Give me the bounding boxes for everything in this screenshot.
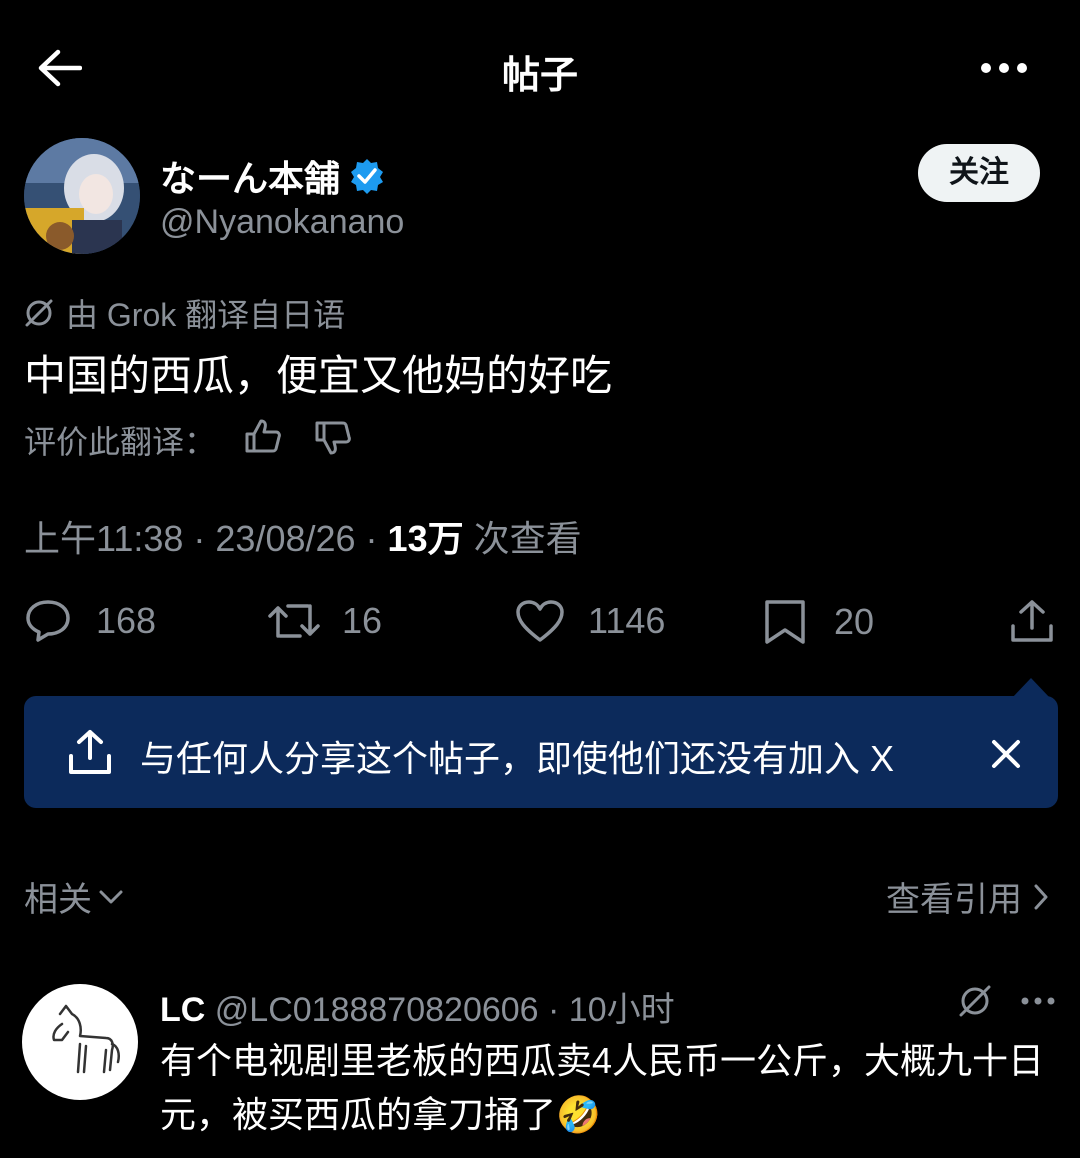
chevron-down-icon: [99, 890, 123, 903]
rate-translation-label: 评价此翻译：: [24, 424, 217, 460]
thumbs-up-button[interactable]: [244, 418, 282, 454]
reply-button[interactable]: 168: [24, 598, 156, 644]
bookmark-count: 20: [834, 601, 875, 642]
share-banner-text: 与任何人分享这个帖子，即使他们还没有加入 X: [140, 738, 895, 779]
reply-author-name: LC: [160, 991, 206, 1029]
thumbs-down-icon: [315, 421, 351, 455]
view-count-label: 次查看: [463, 518, 582, 559]
reply-more-button[interactable]: [1020, 996, 1056, 1006]
translation-note: 由 Grok 翻译自日语: [24, 290, 345, 336]
author-name-row[interactable]: なーん本舗: [160, 150, 386, 202]
reply-grok-button[interactable]: [958, 984, 992, 1018]
repost-icon: [268, 604, 320, 638]
verified-badge-icon: [351, 159, 384, 194]
view-quotes-label: 查看引用: [886, 881, 1022, 919]
author-avatar[interactable]: [24, 138, 140, 254]
more-icon: [1021, 997, 1055, 1005]
bookmark-icon: [765, 600, 805, 644]
share-button[interactable]: [1008, 598, 1056, 644]
related-sort-toggle[interactable]: 相关: [24, 872, 124, 921]
like-button[interactable]: 1146: [514, 598, 665, 644]
translation-note-text: 由 Grok 翻译自日语: [66, 297, 346, 333]
tweet-timestamp: 上午11:38 · 23/08/26 ·: [24, 518, 388, 559]
author-handle[interactable]: @Nyanokanano: [160, 203, 404, 242]
repost-button[interactable]: 16: [266, 598, 382, 644]
reply-icon: [26, 600, 70, 642]
view-quotes-link[interactable]: 查看引用: [886, 872, 1050, 921]
follow-button[interactable]: 关注: [918, 144, 1040, 202]
reply-text: 有个电视剧里老板的西瓜卖4人民币一公斤，大概九十日元，被买西瓜的拿刀捅了🤣: [160, 1040, 1045, 1135]
tweet-meta: 上午11:38 · 23/08/26 · 13万 次查看: [24, 510, 582, 562]
thumbs-down-button[interactable]: [314, 420, 352, 456]
share-icon: [1011, 600, 1053, 642]
chevron-right-icon: [1034, 884, 1048, 909]
reply-header[interactable]: LC @LC0188870820606 · 10小时: [160, 982, 675, 1031]
grok-icon: [959, 985, 991, 1017]
more-options-button[interactable]: [980, 60, 1028, 76]
horse-icon: [52, 1004, 120, 1074]
reply-avatar[interactable]: [22, 984, 138, 1100]
like-count: 1146: [588, 600, 666, 641]
tweet-text: 中国的西瓜，便宜又他妈的好吃: [24, 352, 613, 399]
banner-pointer: [1012, 678, 1050, 698]
reply-count: 168: [96, 600, 157, 641]
share-banner-icon-wrap: [66, 728, 114, 776]
view-count: 13万: [387, 518, 464, 559]
more-icon: [981, 63, 1027, 73]
reply-handle-time: @LC0188870820606 · 10小时: [214, 991, 675, 1029]
dismiss-banner-button[interactable]: [990, 738, 1022, 770]
page-title: 帖子: [501, 55, 578, 97]
related-label: 相关: [24, 881, 92, 919]
share-icon: [69, 730, 111, 774]
author-name: なーん本舗: [160, 158, 341, 199]
heart-icon: [516, 600, 564, 642]
close-icon: [992, 740, 1020, 768]
thumbs-up-icon: [245, 419, 281, 453]
grok-icon: [25, 299, 53, 327]
bookmark-button[interactable]: 20: [762, 598, 874, 646]
repost-count: 16: [342, 600, 383, 641]
